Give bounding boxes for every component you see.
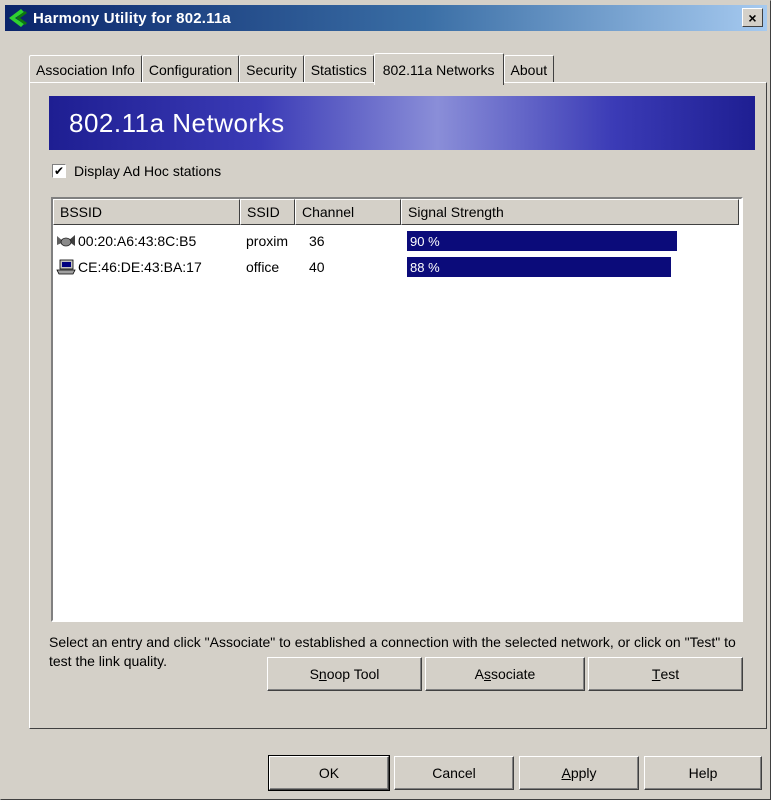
bssid-value: 00:20:A6:43:8C:B5: [78, 233, 197, 249]
title-bar[interactable]: Harmony Utility for 802.11a ×: [5, 5, 767, 31]
cancel-button[interactable]: Cancel: [394, 756, 514, 790]
test-button[interactable]: Test: [588, 657, 743, 691]
signal-strength-bar: 88 %: [407, 257, 671, 277]
ssid-value: proxim: [246, 233, 289, 249]
column-header-bssid[interactable]: BSSID: [53, 199, 240, 225]
channel-value: 40: [309, 259, 325, 275]
column-header-signal-strength[interactable]: Signal Strength: [401, 199, 739, 225]
harmony-logo-icon: [9, 9, 27, 27]
tab-security[interactable]: Security: [239, 55, 304, 83]
channel-value: 36: [309, 233, 325, 249]
dialog-window: Harmony Utility for 802.11a × Associatio…: [0, 0, 771, 800]
list-header: BSSID SSID Channel Signal Strength: [53, 199, 741, 225]
ok-button[interactable]: OK: [268, 755, 390, 791]
signal-cell: 88 %: [401, 257, 739, 277]
bssid-cell: 00:20:A6:43:8C:B5: [53, 233, 240, 249]
associate-button[interactable]: As sociate: [425, 657, 585, 691]
column-header-ssid[interactable]: SSID: [240, 199, 295, 225]
help-button[interactable]: Help: [644, 756, 762, 790]
tab-association-info[interactable]: Association Info: [29, 55, 142, 83]
computer-icon: [56, 259, 76, 275]
list-item[interactable]: CE:46:DE:43:BA:17 office 40 88 %: [53, 255, 741, 279]
tab-about[interactable]: About: [503, 55, 555, 83]
signal-strength-label: 90 %: [410, 233, 440, 249]
access-point-icon: [57, 235, 75, 247]
page-title: 802.11a Networks: [69, 107, 285, 138]
tab-strip: Association Info Configuration Security …: [29, 53, 555, 85]
networks-list[interactable]: BSSID SSID Channel Signal Strength 00:20…: [51, 197, 743, 622]
list-item[interactable]: 00:20:A6:43:8C:B5 proxim 36 90 %: [53, 229, 741, 253]
tab-statistics[interactable]: Statistics: [303, 55, 374, 83]
adhoc-checkbox-row[interactable]: ✔ Display Ad Hoc stations: [52, 163, 221, 179]
signal-strength-bar: 90 %: [407, 231, 677, 251]
window-title: Harmony Utility for 802.11a: [33, 9, 231, 27]
column-header-channel[interactable]: Channel: [295, 199, 401, 225]
bssid-value: CE:46:DE:43:BA:17: [78, 259, 202, 275]
adhoc-checkbox[interactable]: ✔: [52, 164, 66, 178]
tab-configuration[interactable]: Configuration: [141, 55, 240, 83]
apply-button[interactable]: Apply: [519, 756, 639, 790]
page-banner: 802.11a Networks: [49, 96, 755, 150]
close-button[interactable]: ×: [742, 8, 763, 27]
bssid-cell: CE:46:DE:43:BA:17: [53, 259, 240, 275]
ssid-value: office: [246, 259, 280, 275]
tab-802-11a-networks[interactable]: 802.11a Networks: [373, 53, 504, 85]
signal-strength-label: 88 %: [410, 259, 440, 275]
adhoc-checkbox-label[interactable]: Display Ad Hoc stations: [74, 163, 221, 179]
snoop-tool-button[interactable]: Sn oop Tool: [267, 657, 422, 691]
signal-cell: 90 %: [401, 231, 739, 251]
